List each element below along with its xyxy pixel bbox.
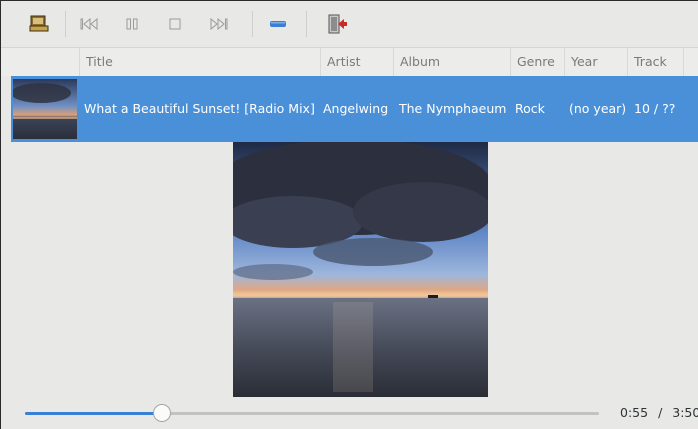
toolbar-separator (65, 11, 66, 37)
stop-button[interactable] (161, 10, 189, 38)
skip-forward-icon (210, 17, 228, 31)
track-list-header: Title Artist Album Genre Year Track (1, 48, 698, 76)
open-folder-button[interactable] (25, 10, 53, 38)
pause-icon (126, 18, 138, 30)
volume-button[interactable] (264, 10, 292, 38)
track-thumbnail (13, 79, 77, 139)
elapsed-time: 0:55 (620, 405, 649, 420)
time-separator: / (658, 405, 663, 420)
time-display: 0:55 / 3:50 (620, 403, 698, 423)
track-album: The Nymphaeum (399, 101, 507, 116)
previous-button[interactable] (76, 10, 104, 38)
column-header-album[interactable]: Album (393, 48, 510, 76)
track-year: (no year) (569, 101, 627, 116)
column-header-spacer (683, 48, 698, 76)
track-number: 10 / ?? (634, 101, 676, 116)
column-header-year[interactable]: Year (564, 48, 627, 76)
album-cover (213, 139, 493, 397)
total-time: 3:50 (672, 405, 698, 420)
folder-icon (29, 15, 49, 32)
column-header-title[interactable]: Title (79, 48, 320, 76)
track-row[interactable]: What a Beautiful Sunset! [Radio Mix] Ang… (11, 76, 698, 142)
volume-bar-icon (270, 21, 286, 27)
pause-button[interactable] (118, 10, 146, 38)
seek-progress (25, 412, 162, 415)
stop-icon (169, 18, 181, 30)
exit-icon (328, 14, 347, 34)
toolbar-separator (252, 11, 253, 37)
skip-back-icon (80, 17, 98, 31)
quit-button[interactable] (323, 10, 351, 38)
column-header-track[interactable]: Track (627, 48, 683, 76)
column-header-genre[interactable]: Genre (510, 48, 564, 76)
track-title: What a Beautiful Sunset! [Radio Mix] (84, 101, 315, 116)
track-artist: Angelwing (323, 101, 389, 116)
track-genre: Rock (515, 101, 545, 116)
column-header-artist[interactable]: Artist (320, 48, 393, 76)
player-window: Title Artist Album Genre Year Track What… (0, 0, 698, 429)
seek-slider[interactable] (25, 404, 599, 422)
toolbar-separator (306, 11, 307, 37)
next-button[interactable] (204, 10, 232, 38)
seek-handle[interactable] (153, 404, 171, 422)
toolbar (1, 1, 698, 48)
